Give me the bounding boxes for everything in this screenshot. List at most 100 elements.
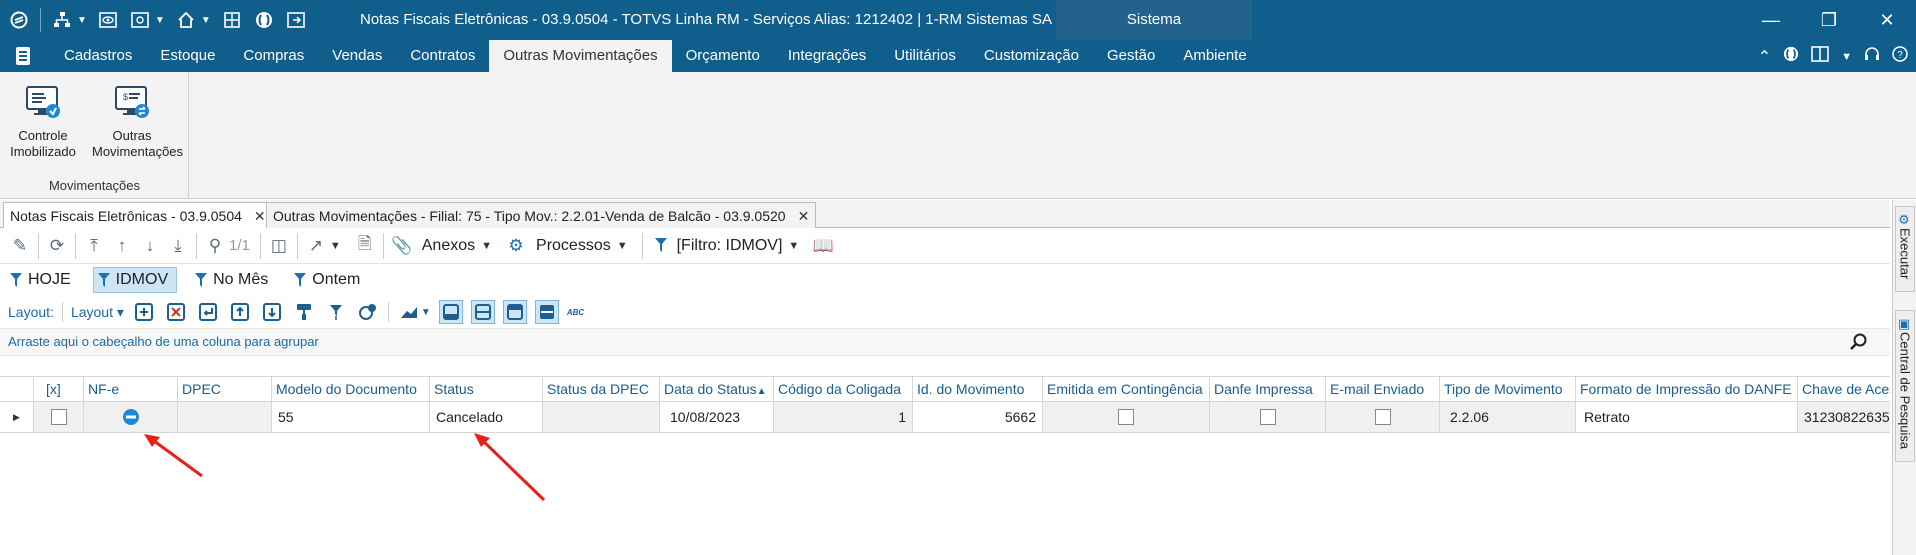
next-record-icon[interactable]: ↓ (136, 232, 164, 260)
group-by-area[interactable]: Arraste aqui o cabeçalho de uma coluna p… (0, 328, 1890, 356)
chart-icon[interactable] (397, 300, 421, 324)
add-layout-icon[interactable] (132, 300, 156, 324)
tab-notas-fiscais[interactable]: Notas Fiscais Eletrônicas - 03.9.0504 ✕ (3, 202, 273, 229)
layout-style-1[interactable] (438, 300, 463, 324)
totvs-icon[interactable] (1783, 46, 1799, 67)
column-header-id-movimento[interactable]: Id. do Movimento (913, 377, 1043, 402)
open-external-icon[interactable]: ↗ (302, 232, 330, 260)
column-header-status[interactable]: Status (430, 377, 543, 402)
chevron-down-icon[interactable]: ▼ (330, 240, 341, 252)
paint-format-icon[interactable] (292, 300, 316, 324)
chevron-down-icon[interactable]: ▼ (421, 307, 431, 318)
book-icon[interactable]: 📖 (809, 232, 837, 260)
filter-down-icon[interactable] (324, 300, 348, 324)
column-header-status-dpec[interactable]: Status da DPEC (543, 377, 660, 402)
save-layout-icon[interactable] (196, 300, 220, 324)
table-row[interactable]: ▶ 55 Cancelado 10/08/2023 1 5662 2.2.06 … (0, 402, 1890, 433)
eye-icon[interactable] (97, 9, 119, 31)
delete-layout-icon[interactable] (164, 300, 188, 324)
edit-icon[interactable]: ✎ (6, 232, 34, 260)
filter-ontem[interactable]: Ontem (290, 267, 368, 293)
totvs-icon[interactable] (253, 9, 275, 31)
last-record-icon[interactable]: ⤓ (164, 232, 192, 260)
executar-tab[interactable]: ⚙ Executar (1895, 206, 1915, 292)
window-icon[interactable] (129, 9, 151, 31)
processos-button[interactable]: Processos (536, 237, 611, 255)
upload-layout-icon[interactable] (228, 300, 252, 324)
search-icon[interactable]: ⚲ (201, 232, 229, 260)
layout-style-2[interactable] (470, 300, 495, 324)
column-header-modelo[interactable]: Modelo do Documento (272, 377, 430, 402)
menu-cadastros[interactable]: Cadastros (50, 40, 146, 72)
menu-orcamento[interactable]: Orçamento (672, 40, 774, 72)
chevron-down-icon[interactable]: ▼ (788, 240, 799, 252)
chevron-up-icon[interactable]: ⌃ (1758, 47, 1771, 67)
spellcheck-icon[interactable]: ABC (567, 308, 584, 317)
column-header-danfe-impressa[interactable]: Danfe Impressa (1210, 377, 1326, 402)
color-icon[interactable] (356, 300, 380, 324)
column-header-email-enviado[interactable]: E-mail Enviado (1326, 377, 1440, 402)
menu-compras[interactable]: Compras (229, 40, 318, 72)
column-header-contingencia[interactable]: Emitida em Contingência (1043, 377, 1210, 402)
minimize-icon[interactable]: — (1742, 0, 1800, 40)
close-icon[interactable]: ✕ (1858, 0, 1916, 40)
column-header-tipo-movimento[interactable]: Tipo de Movimento (1440, 377, 1576, 402)
row-expand-icon[interactable]: ▶ (0, 402, 34, 432)
layout-dropdown[interactable]: Layout ▾ (71, 304, 124, 321)
anexos-button[interactable]: Anexos (422, 237, 475, 255)
email-enviado-checkbox[interactable] (1374, 409, 1391, 425)
gear-icon[interactable]: ⚙ (502, 232, 530, 260)
column-header-select[interactable]: [x] (34, 377, 84, 402)
search-icon[interactable] (1850, 333, 1868, 351)
chevron-down-icon[interactable]: ▼ (77, 15, 87, 26)
layout-style-4[interactable] (534, 300, 559, 324)
central-pesquisa-tab[interactable]: ▣ Central de Pesquisa (1895, 310, 1915, 462)
column-header-chave-acesso[interactable]: Chave de Acesso (1798, 377, 1890, 402)
menu-vendas[interactable]: Vendas (318, 40, 396, 72)
paperclip-icon[interactable]: 📎 (388, 232, 416, 260)
columns-icon[interactable]: ◫ (265, 232, 293, 260)
headset-icon[interactable] (1864, 46, 1880, 67)
filter-no-mes[interactable]: No Mês (191, 267, 276, 293)
menu-contratos[interactable]: Contratos (396, 40, 489, 72)
layout-style-3[interactable] (502, 300, 527, 324)
filter-icon[interactable] (654, 238, 667, 253)
controle-imobilizado-button[interactable]: Controle Imobilizado (3, 84, 83, 160)
column-header-dpec[interactable]: DPEC (178, 377, 272, 402)
column-header-formato-danfe[interactable]: Formato de Impressão do DANFE (1576, 377, 1798, 402)
menu-estoque[interactable]: Estoque (146, 40, 229, 72)
column-header-nfe[interactable]: NF-e (84, 377, 178, 402)
app-menu-icon[interactable] (14, 46, 32, 66)
contingencia-checkbox[interactable] (1118, 409, 1134, 425)
layout-icon[interactable] (1811, 46, 1829, 67)
home-icon[interactable] (175, 9, 197, 31)
restore-icon[interactable]: ❐ (1800, 0, 1858, 40)
danfe-impressa-checkbox[interactable] (1259, 409, 1276, 425)
document-icon[interactable]: 🗎 (351, 232, 379, 260)
menu-ambiente[interactable]: Ambiente (1169, 40, 1260, 72)
menu-gestao[interactable]: Gestão (1093, 40, 1169, 72)
menu-customizacao[interactable]: Customização (970, 40, 1093, 72)
download-layout-icon[interactable] (260, 300, 284, 324)
menu-outras-movimentacoes[interactable]: Outras Movimentações (489, 40, 672, 72)
filter-idmov[interactable]: IDMOV (92, 267, 178, 293)
totvs-logo-icon[interactable] (8, 9, 30, 31)
sitemap-icon[interactable] (51, 9, 73, 31)
menu-integracoes[interactable]: Integrações (774, 40, 880, 72)
filtro-button[interactable]: [Filtro: IDMOV] (677, 237, 783, 255)
chevron-down-icon[interactable]: ▼ (617, 240, 628, 252)
menu-utilitarios[interactable]: Utilitários (880, 40, 970, 72)
column-header-data-status[interactable]: Data do Status▲ (660, 377, 774, 402)
first-record-icon[interactable]: ⤒ (80, 232, 108, 260)
chevron-down-icon[interactable]: ▼ (481, 240, 492, 252)
export-icon[interactable] (285, 9, 307, 31)
filter-hoje[interactable]: HOJE (6, 267, 79, 293)
help-icon[interactable]: ? (1892, 46, 1908, 67)
chevron-down-icon[interactable]: ▼ (1841, 51, 1852, 63)
tab-outras-movimentacoes[interactable]: Outras Movimentações - Filial: 75 - Tipo… (266, 202, 817, 228)
column-header-coligada[interactable]: Código da Coligada (774, 377, 913, 402)
row-select-checkbox[interactable] (50, 409, 67, 425)
close-icon[interactable]: ✕ (254, 208, 266, 224)
previous-record-icon[interactable]: ↑ (108, 232, 136, 260)
refresh-icon[interactable]: ⟳ (43, 232, 71, 260)
